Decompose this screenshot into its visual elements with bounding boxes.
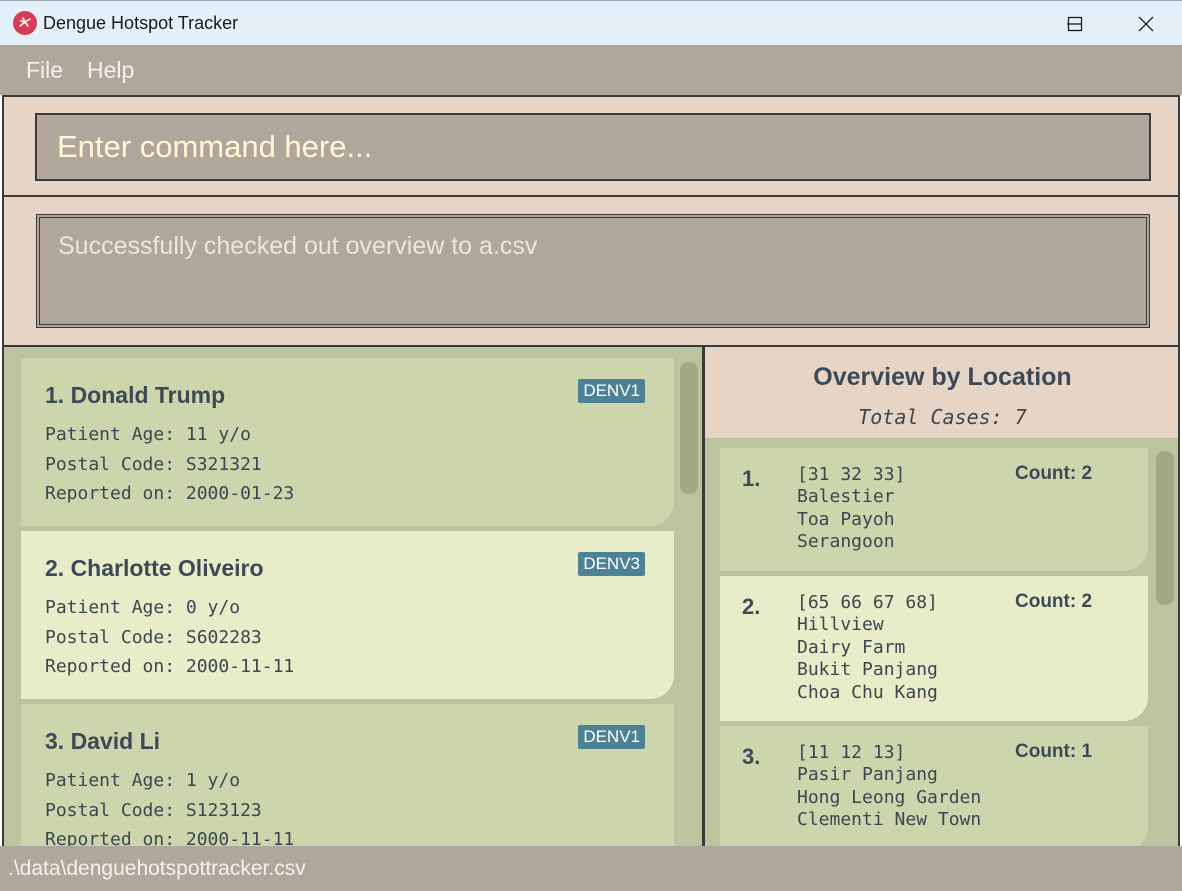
overview-postal-prefixes: [31 32 33]	[797, 464, 906, 485]
mosquito-app-icon	[13, 11, 37, 35]
case-date: Reported on: 2000-11-11	[45, 829, 295, 846]
overview-index: 2.	[742, 594, 761, 619]
overview-index: 3.	[742, 744, 761, 769]
case-age: Patient Age: 1 y/o	[45, 770, 241, 791]
command-input[interactable]	[35, 113, 1151, 181]
overview-area: Hillview	[797, 614, 884, 635]
data-file-path: .\data\denguehotspottracker.csv	[8, 857, 306, 880]
variant-tag: DENV1	[578, 379, 645, 403]
overview-header: Overview by Location Total Cases: 7	[705, 347, 1178, 438]
overview-postal-prefixes: [11 12 13]	[797, 742, 906, 763]
overview-index: 1.	[742, 466, 761, 491]
overview-area: Bukit Panjang	[797, 659, 938, 680]
overview-area: Dairy Farm	[797, 637, 906, 658]
case-postal: Postal Code: S123123	[45, 800, 262, 821]
case-age: Patient Age: 0 y/o	[45, 597, 241, 618]
case-name: 3. David Li	[45, 728, 161, 754]
overview-panel: Overview by Location Total Cases: 7 1. C…	[705, 347, 1180, 846]
case-card[interactable]: 2. Charlotte Oliveiro DENV3 Patient Age:…	[21, 531, 674, 699]
overview-area: Balestier	[797, 486, 895, 507]
variant-tag: DENV3	[578, 552, 645, 576]
close-button[interactable]	[1111, 1, 1181, 46]
overview-count: Count: 1	[1015, 741, 1093, 762]
result-display-inner: Successfully checked out overview to a.c…	[39, 217, 1147, 325]
overview-area: Choa Chu Kang	[797, 682, 938, 703]
case-card[interactable]: 3. David Li DENV1 Patient Age: 1 y/o Pos…	[21, 704, 674, 846]
case-postal: Postal Code: S321321	[45, 454, 262, 475]
case-card[interactable]: 1. Donald Trump DENV1 Patient Age: 11 y/…	[21, 358, 674, 526]
overview-count: Count: 2	[1015, 591, 1093, 612]
case-name: 1. Donald Trump	[45, 382, 226, 408]
overview-total: Total Cases: 7	[858, 405, 1027, 429]
menu-help[interactable]: Help	[87, 57, 134, 84]
result-display[interactable]: Successfully checked out overview to a.c…	[36, 214, 1150, 328]
overview-postal-prefixes: [65 66 67 68]	[797, 592, 938, 613]
result-message: Successfully checked out overview to a.c…	[58, 232, 538, 260]
variant-tag: DENV1	[578, 725, 645, 749]
menu-file[interactable]: File	[26, 57, 63, 84]
case-list-panel[interactable]: 1. Donald Trump DENV1 Patient Age: 11 y/…	[2, 347, 702, 846]
case-postal: Postal Code: S602283	[45, 627, 262, 648]
maximize-button[interactable]	[1040, 1, 1110, 46]
result-panel: Successfully checked out overview to a.c…	[2, 197, 1180, 347]
window-title: Dengue Hotspot Tracker	[43, 13, 239, 33]
case-name: 2. Charlotte Oliveiro	[45, 555, 264, 581]
overview-area: Serangoon	[797, 531, 895, 552]
overview-area: Clementi New Town	[797, 809, 982, 830]
overview-area: Toa Payoh	[797, 509, 895, 530]
close-icon	[1138, 16, 1154, 31]
title-bar: Dengue Hotspot Tracker	[0, 0, 1182, 45]
overview-area: Hong Leong Garden	[797, 787, 982, 808]
status-bar: .\data\denguehotspottracker.csv	[0, 846, 1182, 891]
overview-item[interactable]: 1. Count: 2 [31 32 33] Balestier Toa Pay…	[720, 448, 1148, 571]
overview-item[interactable]: 2. Count: 2 [65 66 67 68] Hillview Dairy…	[720, 576, 1148, 721]
overview-title: Overview by Location	[813, 363, 1072, 391]
overview-count: Count: 2	[1015, 463, 1093, 484]
case-age: Patient Age: 11 y/o	[45, 424, 251, 445]
maximize-icon	[1067, 16, 1083, 31]
case-date: Reported on: 2000-11-11	[45, 656, 295, 677]
case-list-scrollbar[interactable]	[680, 362, 698, 494]
overview-item[interactable]: 3. Count: 1 [11 12 13] Pasir Panjang Hon…	[720, 726, 1148, 846]
overview-scrollbar[interactable]	[1156, 451, 1174, 605]
case-date: Reported on: 2000-01-23	[45, 483, 295, 504]
command-panel	[2, 95, 1180, 197]
overview-area: Pasir Panjang	[797, 764, 938, 785]
menu-bar: File Help	[0, 45, 1182, 95]
